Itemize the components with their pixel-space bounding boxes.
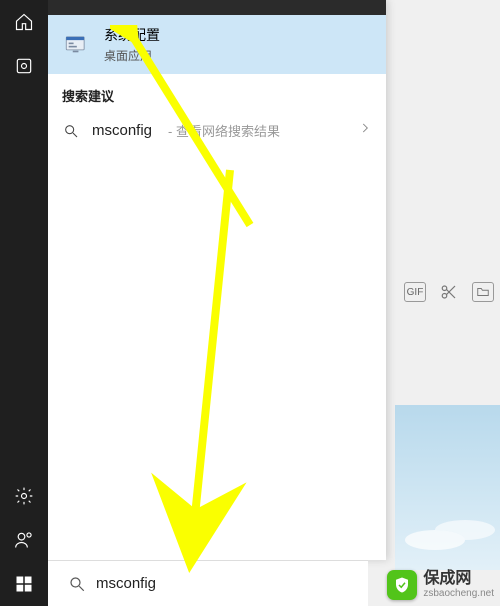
taskbar-rail	[0, 0, 48, 606]
watermark-domain: zsbaocheng.net	[423, 589, 494, 599]
account-icon[interactable]	[0, 518, 48, 562]
capture-toolbar: GIF	[404, 282, 494, 302]
best-match-item[interactable]: 系统配置 桌面应用	[48, 15, 386, 74]
msconfig-app-icon	[62, 31, 90, 59]
home-icon[interactable]	[0, 0, 48, 44]
best-match-title: 系统配置	[104, 25, 160, 45]
chevron-right-icon	[358, 121, 372, 140]
taskbar-search-box[interactable]	[48, 560, 368, 606]
search-icon	[66, 573, 88, 595]
shield-icon	[387, 570, 417, 600]
search-results-panel: 系统配置 桌面应用 搜索建议 msconfig - 查看网络搜索结果	[48, 0, 386, 560]
watermark: 保成网 zsbaocheng.net	[387, 570, 494, 600]
search-input[interactable]	[96, 575, 360, 592]
suggestion-term: msconfig	[92, 122, 152, 139]
watermark-name: 保成网	[423, 571, 494, 587]
best-match-subtitle: 桌面应用	[104, 47, 160, 64]
desktop-photo	[395, 405, 500, 570]
start-icon[interactable]	[0, 562, 48, 606]
suggestions-label: 搜索建议	[48, 74, 386, 111]
scissors-icon[interactable]	[438, 282, 460, 302]
suggestion-hint: - 查看网络搜索结果	[168, 121, 280, 140]
recent-icon[interactable]	[0, 44, 48, 88]
panel-header	[48, 0, 386, 15]
web-suggestion-item[interactable]: msconfig - 查看网络搜索结果	[48, 111, 386, 150]
folder-icon[interactable]	[472, 282, 494, 302]
search-icon	[62, 122, 80, 140]
settings-icon[interactable]	[0, 474, 48, 518]
gif-button[interactable]: GIF	[404, 282, 426, 302]
